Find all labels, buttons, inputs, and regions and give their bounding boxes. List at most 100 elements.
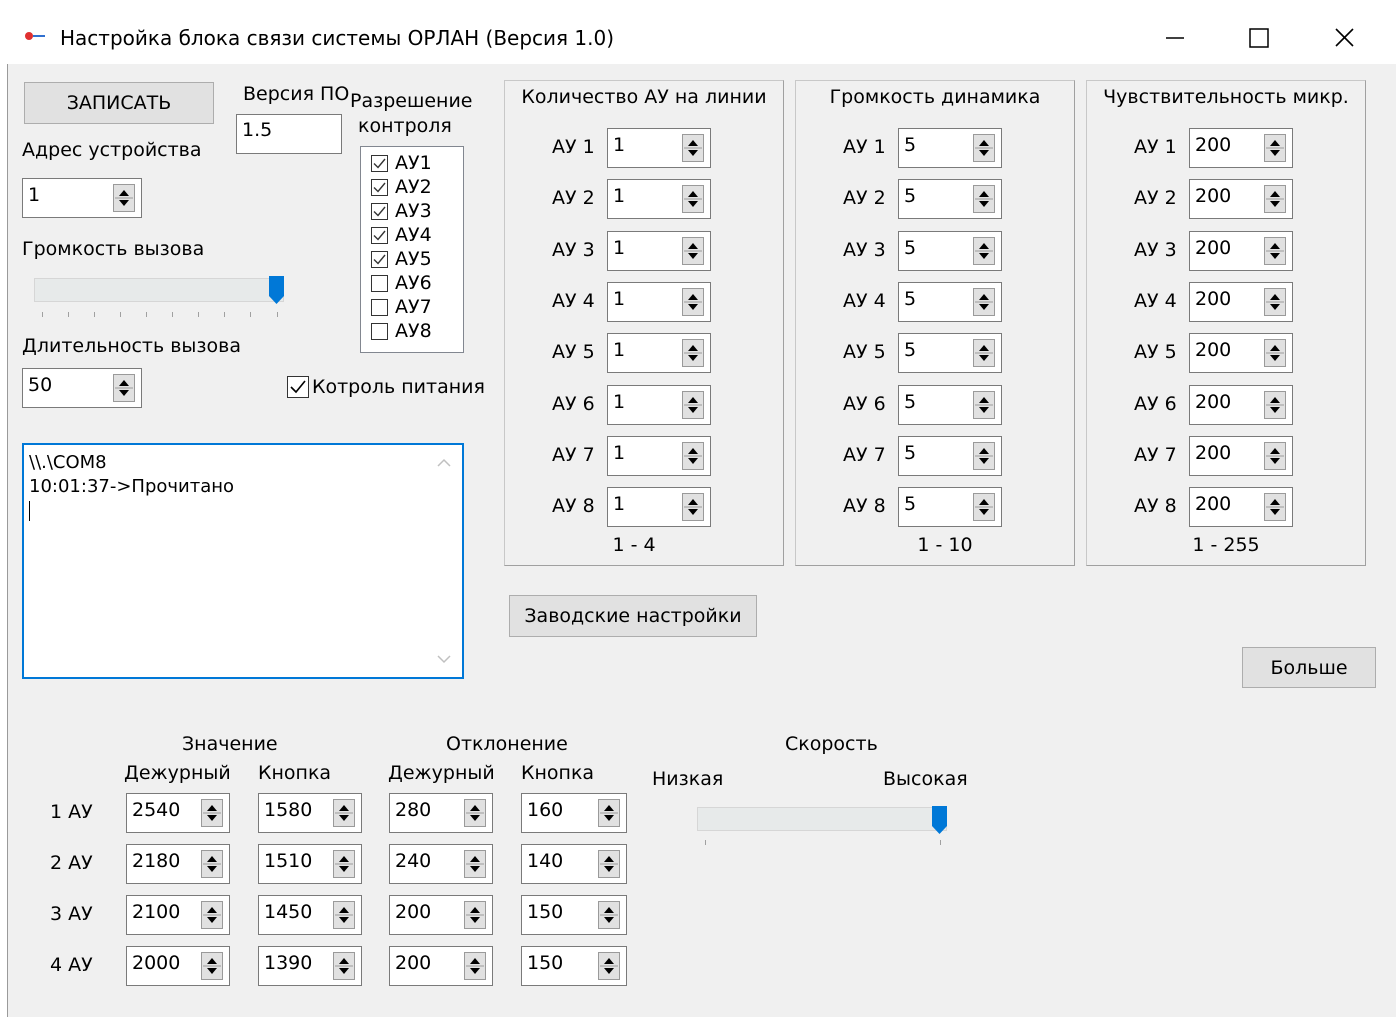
device-address-stepper[interactable]: 1: [22, 178, 142, 218]
spin-arrows-icon[interactable]: [683, 186, 703, 212]
spin-arrows-wrap[interactable]: [682, 236, 704, 265]
spin-arrows-icon[interactable]: [683, 392, 703, 418]
spin-arrows-icon[interactable]: [202, 851, 222, 877]
bottom-dev-duty-4-stepper[interactable]: 200: [389, 946, 493, 986]
spin-arrows-wrap[interactable]: [201, 952, 223, 980]
spin-arrows-icon[interactable]: [1265, 340, 1285, 366]
bottom-dev-button-3-stepper[interactable]: 150: [521, 895, 627, 935]
more-button[interactable]: Больше: [1242, 647, 1376, 688]
volume-au2-stepper[interactable]: 5: [898, 179, 1002, 220]
spin-arrows-wrap[interactable]: [973, 185, 995, 214]
checkbox-icon[interactable]: [371, 274, 388, 292]
spin-arrows-icon[interactable]: [683, 238, 703, 264]
bottom-val-button-3-stepper[interactable]: 1450: [258, 895, 362, 935]
volume-au8-stepper[interactable]: 5: [898, 487, 1002, 528]
spin-arrows-wrap[interactable]: [973, 493, 995, 522]
volume-au3-stepper[interactable]: 5: [898, 230, 1002, 271]
sensitivity-au8-stepper[interactable]: 200: [1189, 487, 1293, 528]
volume-au4-stepper[interactable]: 5: [898, 281, 1002, 322]
spin-arrows-wrap[interactable]: [682, 390, 704, 419]
bottom-dev-button-1-stepper[interactable]: 160: [521, 793, 627, 833]
spin-arrows-wrap[interactable]: [333, 799, 355, 827]
count-au6-stepper[interactable]: 1: [607, 384, 711, 425]
volume-au1-stepper[interactable]: 5: [898, 128, 1002, 168]
count-au5-stepper[interactable]: 1: [607, 333, 711, 374]
bottom-val-button-2-stepper[interactable]: 1510: [258, 844, 362, 884]
spin-arrows-wrap[interactable]: [973, 287, 995, 316]
spin-arrows-icon[interactable]: [1265, 238, 1285, 264]
spin-arrows-wrap[interactable]: [1264, 493, 1286, 522]
checkbox-icon[interactable]: [371, 298, 388, 316]
spin-arrows-wrap[interactable]: [464, 901, 486, 929]
spin-arrows-icon[interactable]: [465, 953, 485, 979]
spin-arrows-icon[interactable]: [202, 953, 222, 979]
spin-arrows-icon[interactable]: [202, 800, 222, 826]
spin-arrows-icon[interactable]: [974, 392, 994, 418]
spin-arrows-wrap[interactable]: [1264, 390, 1286, 419]
checkbox-icon[interactable]: [371, 250, 388, 268]
bottom-val-button-4-stepper[interactable]: 1390: [258, 946, 362, 986]
checkbox-icon[interactable]: [371, 202, 388, 220]
bottom-dev-duty-3-stepper[interactable]: 200: [389, 895, 493, 935]
spin-arrows-wrap[interactable]: [598, 850, 620, 878]
power-control-checkbox[interactable]: Котроль питания: [287, 376, 485, 398]
volume-au5-stepper[interactable]: 5: [898, 333, 1002, 374]
spin-arrows-wrap[interactable]: [333, 952, 355, 980]
sensitivity-au3-stepper[interactable]: 200: [1189, 230, 1293, 271]
spin-arrows-wrap[interactable]: [1264, 236, 1286, 265]
checkbox-icon[interactable]: [371, 226, 388, 244]
spin-arrows-wrap[interactable]: [1264, 441, 1286, 470]
spin-arrows-wrap[interactable]: [973, 390, 995, 419]
spin-arrows-wrap[interactable]: [598, 952, 620, 980]
sensitivity-au6-stepper[interactable]: 200: [1189, 384, 1293, 425]
spin-arrows-icon[interactable]: [974, 443, 994, 469]
slider-thumb[interactable]: [932, 806, 947, 834]
bottom-val-duty-4-stepper[interactable]: 2000: [126, 946, 230, 986]
spin-arrows-icon[interactable]: [599, 851, 619, 877]
factory-settings-button[interactable]: Заводские настройки: [509, 595, 757, 637]
spin-arrows-icon[interactable]: [683, 443, 703, 469]
spin-arrows-icon[interactable]: [974, 186, 994, 212]
spin-arrows-icon[interactable]: [1265, 443, 1285, 469]
count-au7-stepper[interactable]: 1: [607, 435, 711, 476]
spin-arrows-icon[interactable]: [974, 289, 994, 315]
spin-arrows-icon[interactable]: [974, 494, 994, 520]
spin-arrows-wrap[interactable]: [333, 850, 355, 878]
spin-arrows-wrap[interactable]: [1264, 185, 1286, 214]
count-au4-stepper[interactable]: 1: [607, 281, 711, 322]
sensitivity-au2-stepper[interactable]: 200: [1189, 179, 1293, 220]
control-item-au1[interactable]: АУ1: [371, 152, 432, 174]
spin-arrows-icon[interactable]: [599, 953, 619, 979]
spin-arrows-icon[interactable]: [113, 374, 135, 402]
spin-arrows-wrap[interactable]: [682, 339, 704, 368]
checkbox-icon[interactable]: [371, 322, 388, 340]
spin-arrows-icon[interactable]: [334, 902, 354, 928]
spin-arrows-wrap[interactable]: [464, 850, 486, 878]
spin-arrows-icon[interactable]: [974, 340, 994, 366]
minimize-button[interactable]: [1152, 20, 1198, 56]
spin-arrows-icon[interactable]: [334, 800, 354, 826]
spin-arrows-wrap[interactable]: [464, 952, 486, 980]
spin-arrows-icon[interactable]: [1265, 186, 1285, 212]
spin-arrows-wrap[interactable]: [973, 441, 995, 470]
count-au1-stepper[interactable]: 1: [607, 128, 711, 168]
spin-arrows-icon[interactable]: [334, 851, 354, 877]
bottom-dev-button-4-stepper[interactable]: 150: [521, 946, 627, 986]
write-button[interactable]: ЗАПИСАТЬ: [24, 82, 214, 124]
spin-arrows-icon[interactable]: [1265, 494, 1285, 520]
count-au8-stepper[interactable]: 1: [607, 487, 711, 528]
spin-arrows-wrap[interactable]: [682, 441, 704, 470]
spin-arrows-wrap[interactable]: [682, 134, 704, 162]
spin-arrows-wrap[interactable]: [973, 236, 995, 265]
checkbox-icon[interactable]: [371, 178, 388, 196]
checkbox-icon[interactable]: [287, 376, 309, 398]
spin-arrows-wrap[interactable]: [464, 799, 486, 827]
spin-arrows-icon[interactable]: [1265, 289, 1285, 315]
spin-arrows-wrap[interactable]: [598, 901, 620, 929]
control-item-au5[interactable]: АУ5: [371, 248, 432, 270]
spin-arrows-icon[interactable]: [683, 340, 703, 366]
checkbox-icon[interactable]: [371, 154, 388, 172]
call-volume-slider[interactable]: [34, 272, 288, 322]
spin-arrows-icon[interactable]: [465, 851, 485, 877]
spin-arrows-wrap[interactable]: [682, 185, 704, 214]
